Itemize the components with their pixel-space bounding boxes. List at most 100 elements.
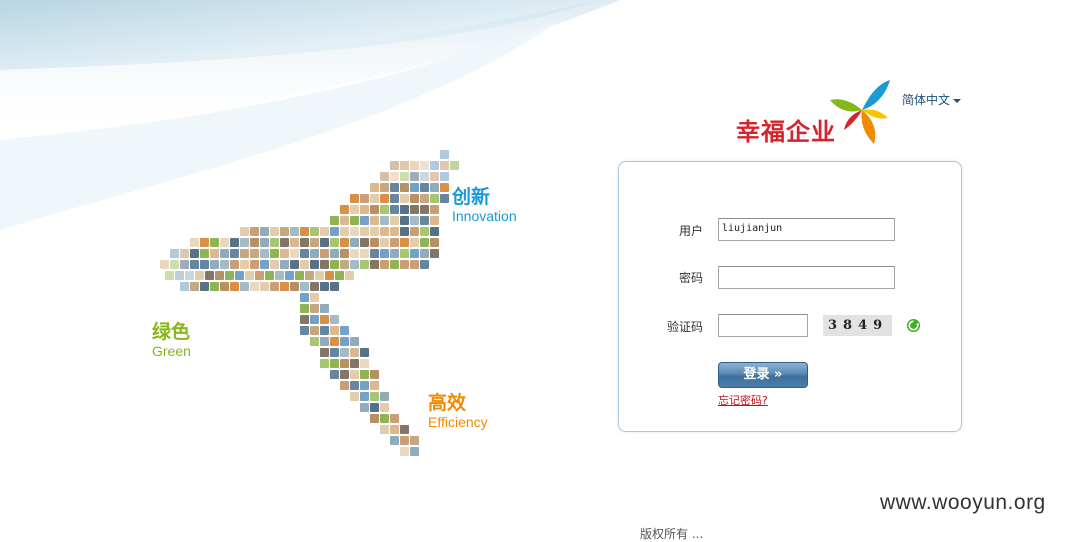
mosaic-tile	[250, 282, 259, 291]
captcha-input[interactable]	[718, 314, 808, 337]
mosaic-tile	[220, 282, 229, 291]
mosaic-tile	[410, 436, 419, 445]
mosaic-tile	[390, 205, 399, 214]
mosaic-tile	[280, 227, 289, 236]
mosaic-tile	[390, 249, 399, 258]
mosaic-tile	[420, 194, 429, 203]
mosaic-tile	[300, 227, 309, 236]
mosaic-tile	[215, 271, 224, 280]
mosaic-tile	[180, 260, 189, 269]
mosaic-tile	[380, 260, 389, 269]
mosaic-tile	[390, 227, 399, 236]
mosaic-tile	[430, 161, 439, 170]
mosaic-tile	[360, 227, 369, 236]
mosaic-tile	[400, 238, 409, 247]
pinwheel-logo-icon	[830, 80, 890, 144]
mosaic-tile	[240, 282, 249, 291]
mosaic-tile	[290, 260, 299, 269]
mosaic-tile	[275, 271, 284, 280]
mosaic-tile	[440, 183, 449, 192]
login-button[interactable]: 登录 »	[718, 362, 808, 388]
watermark: www.wooyun.org	[880, 491, 1046, 514]
mosaic-tile	[430, 216, 439, 225]
mosaic-tile	[310, 282, 319, 291]
mosaic-tile	[370, 205, 379, 214]
mosaic-tile	[330, 249, 339, 258]
mosaic-tile	[340, 249, 349, 258]
mosaic-tile	[305, 271, 314, 280]
mosaic-tile	[360, 216, 369, 225]
mosaic-tile	[220, 238, 229, 247]
mosaic-tile	[360, 392, 369, 401]
mosaic-tile	[205, 271, 214, 280]
mosaic-tile	[200, 260, 209, 269]
mosaic-tile	[340, 238, 349, 247]
mosaic-tile	[330, 370, 339, 379]
mosaic-tile	[190, 238, 199, 247]
language-selector[interactable]: 简体中文	[902, 91, 962, 108]
mosaic-tile	[350, 348, 359, 357]
mosaic-tile	[370, 194, 379, 203]
mosaic-tile	[350, 238, 359, 247]
refresh-captcha-icon[interactable]	[906, 318, 921, 333]
password-input[interactable]	[718, 266, 895, 289]
mosaic-tile	[175, 271, 184, 280]
mosaic-tile	[325, 271, 334, 280]
mosaic-tile	[420, 183, 429, 192]
mosaic-tile	[340, 227, 349, 236]
mosaic-tile	[245, 271, 254, 280]
mosaic-tile	[380, 392, 389, 401]
username-input[interactable]: liujianjun	[718, 218, 895, 241]
mosaic-tile	[240, 249, 249, 258]
mosaic-tile	[430, 238, 439, 247]
mosaic-tile	[420, 216, 429, 225]
mosaic-tile	[255, 271, 264, 280]
mosaic-tile	[380, 183, 389, 192]
mosaic-tile	[330, 260, 339, 269]
mosaic-tile	[440, 150, 449, 159]
mosaic-tile	[270, 238, 279, 247]
mosaic-tile	[270, 260, 279, 269]
password-label: 密码	[678, 271, 703, 285]
mosaic-tile	[340, 370, 349, 379]
mosaic-tile	[330, 337, 339, 346]
mosaic-tile	[300, 326, 309, 335]
mosaic-tile	[170, 249, 179, 258]
mosaic-tile	[230, 249, 239, 258]
mosaic-tile	[370, 260, 379, 269]
mosaic-tile	[260, 227, 269, 236]
mosaic-tile	[340, 359, 349, 368]
mosaic-tile	[340, 260, 349, 269]
mosaic-tile	[370, 403, 379, 412]
mosaic-tile	[400, 227, 409, 236]
forgot-password-link[interactable]: 忘记密码?	[718, 392, 768, 408]
mosaic-tile	[250, 260, 259, 269]
mosaic-tile	[320, 348, 329, 357]
mosaic-tile	[290, 227, 299, 236]
mosaic-tile	[360, 370, 369, 379]
mosaic-tile	[340, 337, 349, 346]
language-label: 简体中文	[902, 93, 951, 107]
mosaic-tile	[420, 249, 429, 258]
mosaic-tile	[250, 249, 259, 258]
mosaic-tile	[390, 161, 399, 170]
mosaic-tile	[390, 414, 399, 423]
mosaic-tile	[370, 392, 379, 401]
mosaic-tile	[390, 436, 399, 445]
slogan-innovation-en: Innovation	[452, 208, 517, 224]
mosaic-tile	[300, 304, 309, 313]
mosaic-tile	[360, 205, 369, 214]
mosaic-tile	[200, 238, 209, 247]
mosaic-tile	[430, 227, 439, 236]
mosaic-tile	[410, 183, 419, 192]
mosaic-tile	[410, 216, 419, 225]
mosaic-tile	[295, 271, 304, 280]
mosaic-tile	[320, 326, 329, 335]
mosaic-tile	[360, 249, 369, 258]
mosaic-tile	[380, 249, 389, 258]
mosaic-tile	[410, 238, 419, 247]
mosaic-tile	[370, 238, 379, 247]
mosaic-tile	[390, 216, 399, 225]
mosaic-tile	[400, 183, 409, 192]
mosaic-tile	[270, 249, 279, 258]
